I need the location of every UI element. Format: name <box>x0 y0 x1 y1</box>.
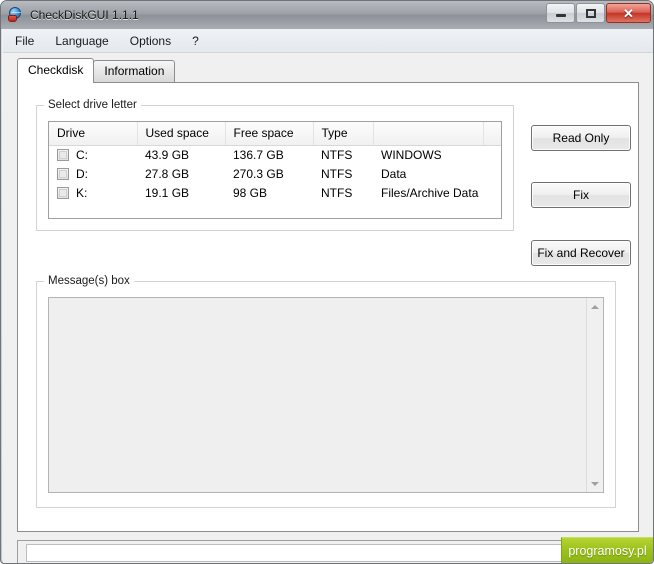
free-space-c: 136.7 GB <box>233 148 284 163</box>
used-space-c: 43.9 GB <box>145 148 190 163</box>
free-space-k: 98 GB <box>233 186 268 200</box>
drive-table-header-row: Drive Used space Free space Type <box>49 122 501 146</box>
message-textarea[interactable] <box>48 297 604 493</box>
column-header-extra[interactable] <box>483 122 501 146</box>
type-k: NTFS <box>321 186 353 200</box>
tab-checkdisk[interactable]: Checkdisk <box>17 58 95 83</box>
status-bar: Idle <box>17 540 639 563</box>
tab-information[interactable]: Information <box>93 60 176 83</box>
extra-k <box>483 184 501 203</box>
select-drive-groupbox: Select drive letter Drive Used space Fre… <box>36 99 514 231</box>
close-icon: ✕ <box>623 5 634 21</box>
fix-and-recover-button[interactable]: Fix and Recover <box>531 240 631 266</box>
drive-cell-d: D: <box>49 165 137 184</box>
watermark-text: programosy.pl <box>568 543 647 558</box>
used-space-d: 27.8 GB <box>145 167 190 181</box>
free-space-d: 270.3 GB <box>233 167 284 181</box>
window-title: CheckDiskGUI 1.1.1 <box>30 8 139 22</box>
menu-bar: File Language Options ? <box>3 29 653 53</box>
drive-checkbox-c[interactable] <box>57 149 69 162</box>
drive-checkbox-d[interactable] <box>57 168 69 180</box>
progress-panel <box>26 544 583 562</box>
minimize-button[interactable] <box>546 3 575 23</box>
maximize-button[interactable] <box>576 3 605 23</box>
column-header-used-space[interactable]: Used space <box>137 122 226 146</box>
column-header-label[interactable] <box>373 122 484 146</box>
drive-letter-c: C: <box>76 148 88 163</box>
fix-button[interactable]: Fix <box>531 182 631 208</box>
drive-cell-k: K: <box>49 184 137 203</box>
message-box-label: Message(s) box <box>44 275 134 288</box>
message-box-groupbox: Message(s) box <box>36 275 616 508</box>
type-d: NTFS <box>321 167 353 181</box>
tab-strip: Checkdisk Information <box>17 58 176 83</box>
label-k: Files/Archive Data <box>381 186 479 200</box>
label-c: WINDOWS <box>381 148 442 163</box>
used-space-k: 19.1 GB <box>145 186 190 200</box>
scroll-down-icon[interactable] <box>587 475 603 492</box>
table-row[interactable]: C: 43.9 GB 136.7 GB NTFS WINDOWS <box>49 146 501 165</box>
drive-list[interactable]: Drive Used space Free space Type C: 43.9… <box>48 121 502 219</box>
column-header-drive[interactable]: Drive <box>49 122 138 146</box>
type-c: NTFS <box>321 148 353 163</box>
maximize-icon <box>585 8 596 18</box>
tab-page-checkdisk: Select drive letter Drive Used space Fre… <box>17 82 639 532</box>
drive-letter-d: D: <box>76 167 88 181</box>
watermark-badge: programosy.pl <box>561 537 653 563</box>
read-only-button[interactable]: Read Only <box>531 125 631 151</box>
caption-button-group: ✕ <box>546 3 651 23</box>
disk-globe-icon <box>8 7 24 23</box>
extra-d <box>483 165 501 184</box>
scroll-up-icon[interactable] <box>587 298 603 315</box>
title-bar[interactable]: CheckDiskGUI 1.1.1 ✕ <box>1 1 653 29</box>
column-header-free-space[interactable]: Free space <box>225 122 314 146</box>
message-scrollbar[interactable] <box>586 298 603 492</box>
menu-item-help[interactable]: ? <box>183 31 208 51</box>
drive-cell-c: C: <box>49 146 137 165</box>
table-row[interactable]: D: 27.8 GB 270.3 GB NTFS Data <box>49 165 501 184</box>
select-drive-label: Select drive letter <box>44 99 141 112</box>
client-area: Checkdisk Information Select drive lette… <box>3 53 653 563</box>
close-button[interactable]: ✕ <box>606 3 651 23</box>
column-header-type[interactable]: Type <box>313 122 374 146</box>
drive-letter-k: K: <box>76 186 88 200</box>
menu-item-file[interactable]: File <box>6 31 43 51</box>
minimize-icon <box>555 14 566 17</box>
label-d: Data <box>381 167 407 181</box>
application-window: CheckDiskGUI 1.1.1 ✕ File Language Optio… <box>0 0 654 564</box>
drive-table: Drive Used space Free space Type C: 43.9… <box>49 122 501 203</box>
menu-item-options[interactable]: Options <box>121 31 180 51</box>
menu-item-language[interactable]: Language <box>46 31 117 51</box>
table-row[interactable]: K: 19.1 GB 98 GB NTFS Files/Archive Data <box>49 184 501 203</box>
drive-checkbox-k[interactable] <box>57 187 69 199</box>
extra-c <box>483 146 501 165</box>
